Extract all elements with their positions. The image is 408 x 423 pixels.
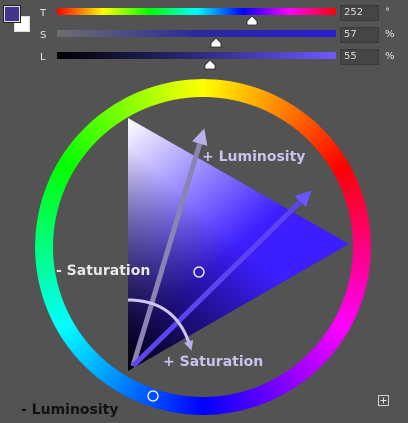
- color-wheel-canvas: + Luminosity - Saturation + Saturation -…: [21, 79, 371, 418]
- plus-box-icon[interactable]: [378, 395, 389, 406]
- plus-saturation-label: + Saturation: [163, 354, 263, 370]
- minus-saturation-label: - Saturation: [56, 263, 150, 279]
- foreground-color-swatch[interactable]: [3, 5, 21, 23]
- minus-luminosity-label: - Luminosity: [21, 402, 119, 418]
- plus-luminosity-label: + Luminosity: [202, 149, 305, 165]
